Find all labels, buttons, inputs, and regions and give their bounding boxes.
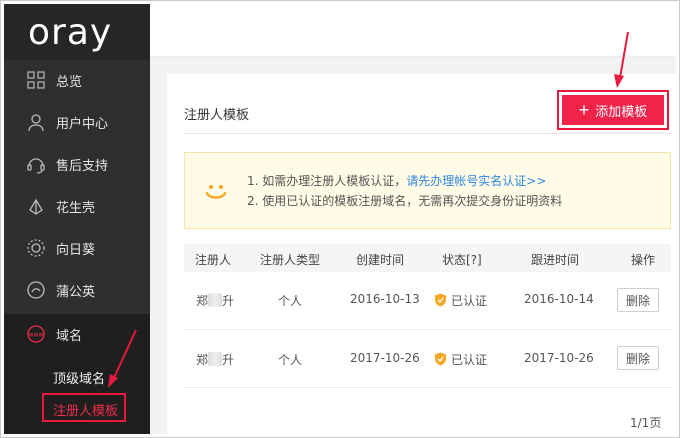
annotation-arrow-add-button — [614, 31, 629, 88]
add-template-button[interactable]: + 添加模板 — [562, 95, 664, 125]
redacted-block — [208, 293, 223, 307]
column-header-status[interactable]: 状态[?] — [442, 251, 482, 268]
sidebar-item-peanut-shell[interactable]: 花生壳 — [4, 186, 150, 226]
name-last-char: 升 — [222, 353, 235, 367]
peanut-shell-icon — [26, 196, 46, 216]
title-divider — [184, 133, 671, 134]
sidebar-item-overview[interactable]: 总览 — [4, 60, 150, 100]
notice-line-2: 2. 使用已认证的模板注册域名，无需再次提交身份证明资料 — [247, 194, 563, 208]
pagination-info: 1/1页 — [630, 416, 662, 430]
sidebar-item-sunflower[interactable]: 向日葵 — [4, 228, 150, 268]
sidebar-item-dandelion[interactable]: 蒲公英 — [4, 270, 150, 310]
sidebar-item-label: 花生壳 — [56, 200, 96, 216]
add-template-label: 添加模板 — [595, 103, 648, 119]
grid-icon — [26, 70, 46, 90]
column-header-registrant-type: 注册人类型 — [260, 253, 321, 267]
sidebar-subitem-top-level-domain[interactable]: 顶级域名 — [53, 368, 105, 387]
registrant-name: 郑升 — [196, 292, 234, 309]
notice-line-1-text: 1. 如需办理注册人模板认证， — [247, 174, 407, 188]
sidebar-item-label: 蒲公英 — [56, 284, 96, 300]
annotation-box-submenu — [42, 393, 126, 422]
name-last-char: 升 — [222, 294, 235, 308]
notice-box — [184, 152, 671, 229]
column-header-created: 创建时间 — [356, 253, 405, 267]
created-time: 2017-10-26 — [350, 351, 420, 365]
followed-time: 2016-10-14 — [524, 292, 594, 306]
sidebar-item-label: 售后支持 — [56, 158, 109, 174]
sidebar-item-user-center[interactable]: 用户中心 — [4, 102, 150, 142]
created-time: 2016-10-13 — [350, 292, 420, 306]
sidebar-item-label: 总览 — [56, 74, 83, 90]
dandelion-icon — [26, 280, 46, 300]
registrant-type: 个人 — [278, 353, 303, 367]
status-text: 已认证 — [451, 294, 488, 308]
column-header-action: 操作 — [631, 253, 656, 267]
sidebar-item-label: 域名 — [56, 328, 83, 344]
status-badge: 已认证 — [434, 351, 487, 368]
column-header-registrant: 注册人 — [195, 253, 232, 267]
followed-time: 2017-10-26 — [524, 351, 594, 365]
sidebar-item-label: 向日葵 — [56, 242, 96, 258]
annotation-arrow-submenu — [108, 329, 137, 388]
redacted-block — [208, 352, 223, 366]
registrant-name: 郑升 — [196, 351, 234, 368]
user-icon — [26, 112, 46, 132]
top-bar — [150, 4, 676, 57]
column-header-followed: 跟进时间 — [531, 253, 580, 267]
sidebar-item-label: 用户中心 — [56, 116, 109, 132]
sidebar-item-support[interactable]: 售后支持 — [4, 144, 150, 184]
registrant-type: 个人 — [278, 294, 303, 308]
row-divider — [184, 387, 671, 388]
name-first-char: 郑 — [196, 294, 209, 308]
name-first-char: 郑 — [196, 353, 209, 367]
status-text: 已认证 — [451, 353, 488, 367]
row-divider — [184, 329, 671, 330]
www-icon: www — [26, 324, 46, 344]
oray-logo[interactable]: oray — [4, 4, 150, 60]
plus-icon: + — [578, 100, 590, 120]
verified-shield-icon — [435, 293, 446, 307]
sunflower-icon — [26, 238, 46, 258]
svg-text:www: www — [29, 332, 44, 339]
real-name-auth-link[interactable]: 请先办理帐号实名认证>> — [406, 174, 546, 188]
delete-button[interactable]: 删除 — [617, 346, 659, 370]
table-header — [184, 244, 671, 272]
page-title: 注册人模板 — [184, 108, 250, 123]
notice-line-1: 1. 如需办理注册人模板认证，请先办理帐号实名认证>> — [247, 172, 546, 189]
delete-button[interactable]: 删除 — [617, 288, 659, 312]
smile-icon — [205, 185, 227, 199]
verified-shield-icon — [435, 352, 446, 366]
headset-icon — [26, 154, 46, 174]
status-badge: 已认证 — [434, 292, 487, 309]
